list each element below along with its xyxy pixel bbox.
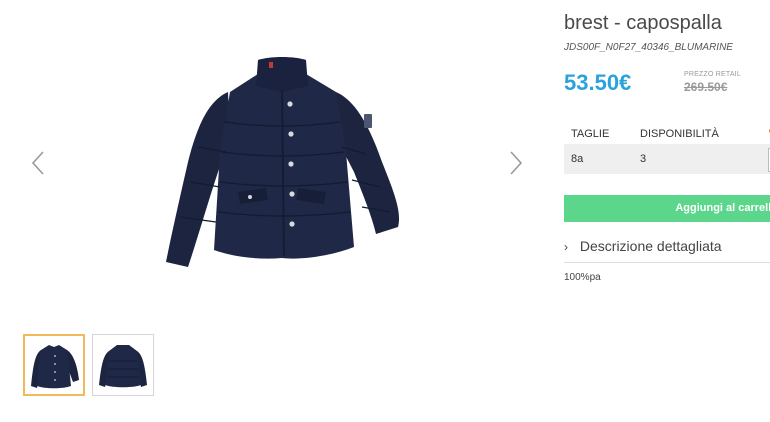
chevron-right-icon: › [564, 240, 568, 254]
size-availability-table: TAGLIE DISPONIBILITÀ 8a 3 [564, 122, 770, 174]
product-price: 53.50€ [564, 70, 632, 95]
add-to-cart-button[interactable]: Aggiungi al carrello [564, 195, 770, 222]
jacket-back-thumbnail-image [99, 345, 147, 388]
availability-header: DISPONIBILITÀ [640, 128, 719, 140]
chevron-left-icon[interactable] [27, 146, 49, 180]
retail-price: 269.50€ [684, 80, 728, 94]
product-info-panel: brest - capospalla JDS00F_N0F27_40346_BL… [564, 0, 770, 422]
product-sku: JDS00F_N0F27_40346_BLUMARINE [564, 42, 733, 53]
jacket-front-thumbnail-image [31, 345, 79, 389]
size-table-header: TAGLIE DISPONIBILITÀ [564, 122, 770, 144]
size-row[interactable]: 8a 3 [564, 144, 770, 174]
thumbnail-front[interactable] [23, 334, 85, 396]
availability-value: 3 [640, 153, 647, 165]
divider [564, 262, 770, 263]
description-toggle-label: Descrizione dettagliata [579, 238, 722, 254]
product-title: brest - capospalla [564, 12, 722, 34]
description-toggle[interactable]: › Descrizione dettagliata [564, 238, 770, 262]
thumbnail-back[interactable] [92, 334, 154, 396]
product-composition: 100%pa [564, 272, 601, 283]
product-main-image [166, 57, 400, 267]
retail-price-label: PREZZO RETAIL [684, 71, 741, 78]
product-gallery [0, 0, 550, 422]
chevron-right-icon[interactable] [505, 146, 527, 180]
size-header: TAGLIE [571, 128, 610, 140]
size-value: 8a [571, 153, 584, 165]
